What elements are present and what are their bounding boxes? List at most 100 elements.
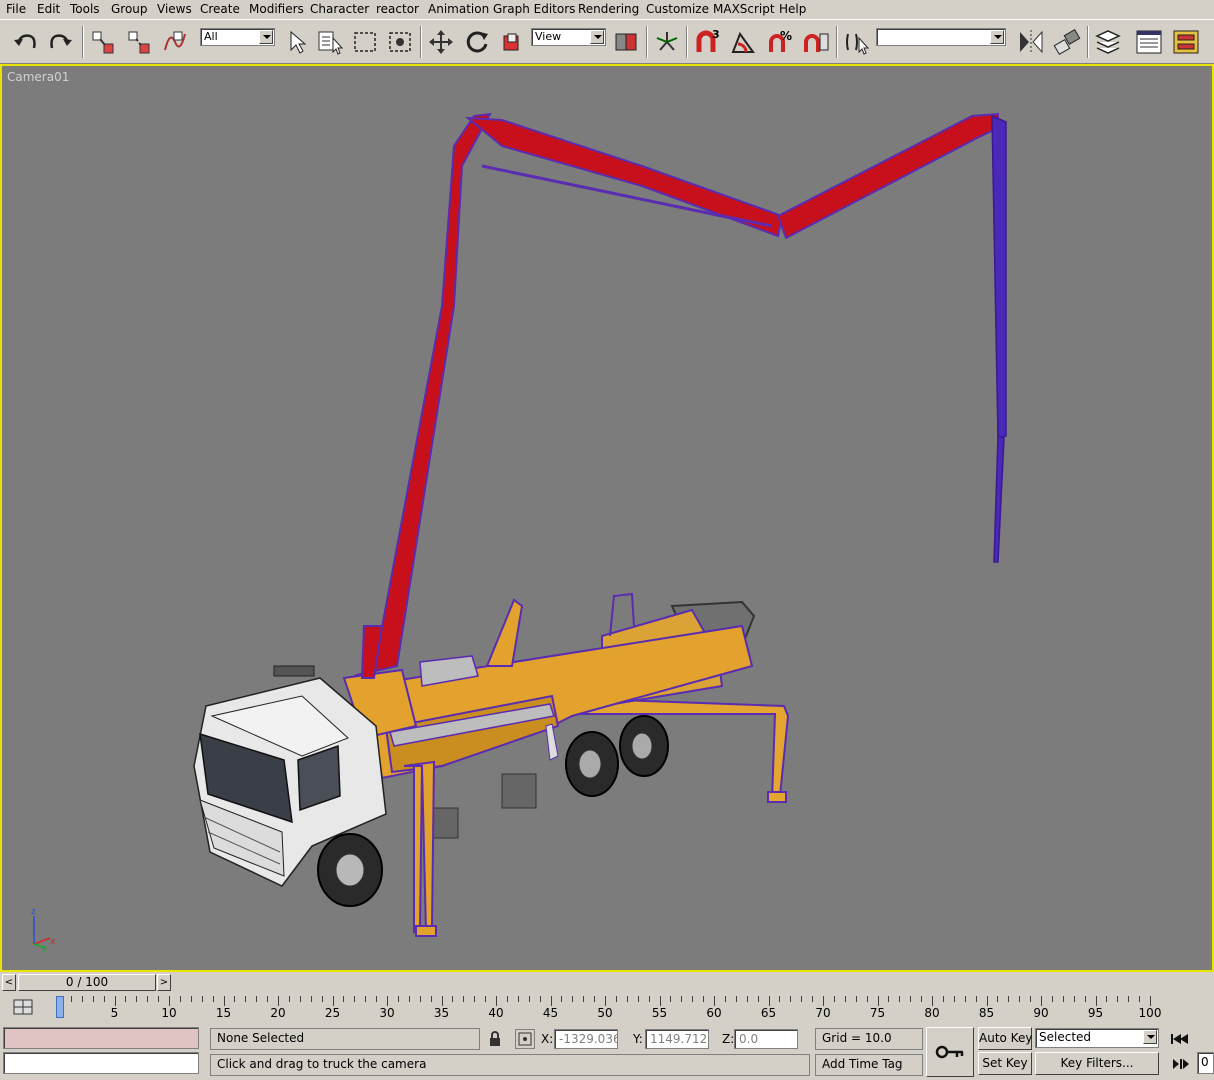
menu-help[interactable]: Help xyxy=(779,2,806,16)
select-by-name-icon[interactable] xyxy=(315,26,345,58)
frame-tick xyxy=(899,996,901,1002)
toolbar-separator xyxy=(686,26,688,58)
curve-editor-icon[interactable] xyxy=(1134,26,1164,58)
z-coordinate-field[interactable]: 0.0 xyxy=(734,1029,798,1049)
frame-tick xyxy=(714,996,715,1006)
menu-reactor[interactable]: reactor xyxy=(376,2,419,16)
frame-label: 15 xyxy=(215,1006,232,1020)
menu-bar: File Edit Tools Group Views Create Modif… xyxy=(0,0,1214,19)
select-object-icon[interactable] xyxy=(283,26,313,58)
track-bar[interactable]: 0510152025303540455055606570758085909510… xyxy=(0,994,1214,1024)
y-coordinate-field[interactable]: 1149.712 xyxy=(645,1029,709,1049)
rear-wheels xyxy=(565,715,669,797)
spinner-snap-icon[interactable] xyxy=(800,26,830,58)
time-slider[interactable]: < 0 / 100 > xyxy=(0,972,1214,994)
maxscript-listener-mini[interactable] xyxy=(3,1027,199,1049)
menu-graph-editors[interactable]: Graph Editors xyxy=(493,2,575,16)
menu-views[interactable]: Views xyxy=(157,2,192,16)
menu-rendering[interactable]: Rendering xyxy=(578,2,639,16)
frame-tick xyxy=(1051,996,1053,1002)
frame-ruler[interactable]: 0510152025303540455055606570758085909510… xyxy=(50,994,1214,1020)
select-and-scale-icon[interactable] xyxy=(498,26,528,58)
maxscript-input[interactable] xyxy=(3,1052,199,1074)
redo-icon[interactable] xyxy=(46,26,76,58)
menu-modifiers[interactable]: Modifiers xyxy=(249,2,304,16)
menu-maxscript[interactable]: MAXScript xyxy=(713,2,775,16)
percent-snap-icon[interactable]: % xyxy=(764,26,794,58)
frame-tick xyxy=(496,996,497,1006)
angle-snap-icon[interactable] xyxy=(728,26,758,58)
time-slider-thumb[interactable]: 0 / 100 xyxy=(18,974,156,991)
set-key-large-button[interactable] xyxy=(926,1027,974,1077)
absolute-mode-icon[interactable] xyxy=(515,1029,535,1049)
align-icon[interactable] xyxy=(1052,26,1082,58)
menu-group[interactable]: Group xyxy=(111,2,148,16)
select-and-move-icon[interactable] xyxy=(426,26,456,58)
set-key-button[interactable]: Set Key xyxy=(978,1052,1032,1075)
frame-label: 55 xyxy=(651,1006,668,1020)
frame-tick xyxy=(1139,996,1141,1002)
frame-label: 10 xyxy=(161,1006,177,1020)
current-frame-field[interactable]: 0 xyxy=(1197,1052,1214,1074)
frame-tick xyxy=(724,996,726,1002)
frame-tick xyxy=(735,996,737,1002)
selection-filter-dropdown[interactable]: All xyxy=(200,28,275,46)
named-selection-dropdown[interactable] xyxy=(876,28,1006,46)
frame-label: 60 xyxy=(706,1006,722,1020)
menu-file[interactable]: File xyxy=(6,2,26,16)
time-slider-prev-button[interactable]: < xyxy=(2,974,16,991)
frame-tick xyxy=(539,996,541,1002)
use-pivot-center-icon[interactable] xyxy=(612,26,642,58)
frame-tick xyxy=(103,996,105,1002)
bind-to-space-warp-icon[interactable] xyxy=(160,26,190,58)
current-frame-marker[interactable] xyxy=(56,996,64,1018)
toolbar-separator xyxy=(836,26,838,58)
snaps-toggle-icon[interactable]: 3 xyxy=(692,26,722,58)
x-coordinate-field[interactable]: -1329.036 xyxy=(554,1029,618,1049)
menu-create[interactable]: Create xyxy=(200,2,240,16)
frame-label: 100 xyxy=(1138,1006,1162,1020)
menu-character[interactable]: Character xyxy=(310,2,369,16)
menu-animation[interactable]: Animation xyxy=(428,2,489,16)
frame-tick xyxy=(1106,996,1108,1002)
select-and-manipulate-icon[interactable] xyxy=(652,26,682,58)
menu-customize[interactable]: Customize xyxy=(646,2,709,16)
frame-tick xyxy=(833,996,835,1002)
reference-coordinate-dropdown[interactable]: View xyxy=(531,28,606,46)
camera-viewport[interactable]: Camera01 z x y xyxy=(0,64,1214,972)
frame-tick xyxy=(888,996,890,1002)
select-and-rotate-icon[interactable] xyxy=(462,26,492,58)
window-crossing-icon[interactable] xyxy=(385,26,415,58)
menu-edit[interactable]: Edit xyxy=(37,2,60,16)
frame-tick xyxy=(92,996,94,1002)
key-mode-toggle-icon[interactable] xyxy=(1169,1055,1191,1073)
go-to-start-icon[interactable] xyxy=(1167,1030,1191,1048)
edit-named-selection-icon[interactable] xyxy=(842,26,872,58)
front-wheel xyxy=(317,833,383,907)
time-slider-next-button[interactable]: > xyxy=(157,974,171,991)
menu-tools[interactable]: Tools xyxy=(70,2,100,16)
frame-tick xyxy=(583,996,585,1002)
chevron-down-icon xyxy=(990,30,1004,44)
key-filters-button[interactable]: Key Filters... xyxy=(1035,1052,1159,1075)
frame-tick xyxy=(953,996,955,1002)
mini-curve-editor-icon[interactable] xyxy=(8,996,38,1018)
frame-tick xyxy=(245,996,247,1002)
unlink-selection-icon[interactable] xyxy=(124,26,154,58)
undo-icon[interactable] xyxy=(10,26,40,58)
schematic-view-icon[interactable] xyxy=(1171,26,1201,58)
frame-label: 65 xyxy=(760,1006,777,1020)
select-and-link-icon[interactable] xyxy=(88,26,118,58)
layer-manager-icon[interactable] xyxy=(1093,26,1123,58)
frame-tick xyxy=(670,996,672,1002)
add-time-tag-button[interactable]: Add Time Tag xyxy=(815,1054,923,1076)
frame-tick xyxy=(517,996,519,1002)
lock-selection-icon[interactable] xyxy=(486,1030,504,1048)
key-mode-dropdown[interactable]: Selected xyxy=(1035,1028,1159,1048)
frame-tick xyxy=(201,996,203,1002)
rectangular-selection-icon[interactable] xyxy=(350,26,380,58)
auto-key-button[interactable]: Auto Key xyxy=(978,1027,1032,1050)
frame-tick xyxy=(310,996,312,1002)
mirror-icon[interactable] xyxy=(1016,26,1046,58)
frame-tick xyxy=(528,996,530,1002)
